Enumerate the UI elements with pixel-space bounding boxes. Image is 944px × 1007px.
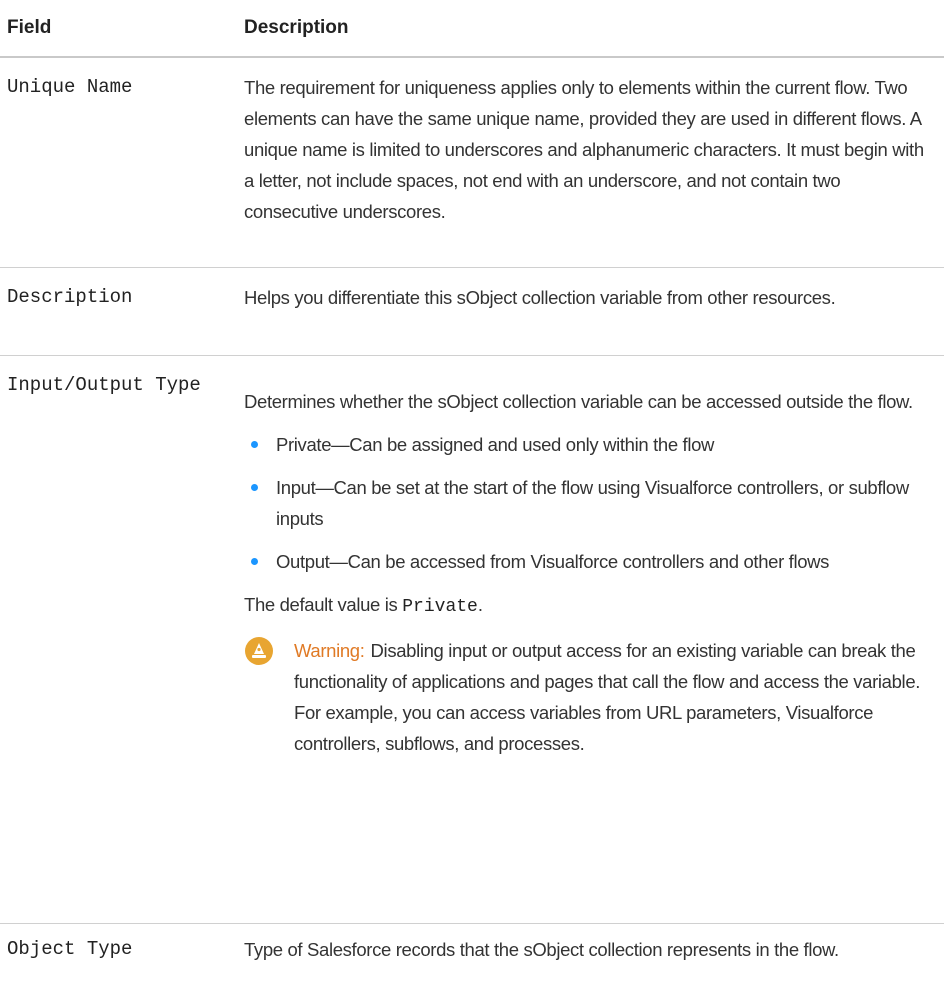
option-list: Private—Can be assigned and used only wi…: [244, 429, 936, 577]
warning-note: Warning: Disabling input or output access…: [244, 635, 936, 759]
default-value: Private: [402, 597, 478, 617]
bullet-icon: [251, 484, 258, 491]
table-row-object-type: Object Type Type of Salesforce records t…: [0, 924, 944, 1007]
table-row-input-output-type: Input/Output Type Determines whether the…: [0, 356, 944, 924]
table-row-description: Description Helps you differentiate this…: [0, 268, 944, 356]
default-prefix: The default value is: [244, 594, 403, 615]
description-text: The requirement for uniqueness applies o…: [244, 77, 924, 222]
warning-icon: [245, 637, 273, 665]
table-header: Field Description: [0, 0, 944, 58]
bullet-icon: [251, 558, 258, 565]
field-description: Determines whether the sObject collectio…: [244, 370, 944, 923]
field-name: Description: [7, 286, 133, 308]
list-item: Output—Can be accessed from Visualforce …: [244, 546, 936, 577]
field-description: Helps you differentiate this sObject col…: [244, 282, 944, 355]
field-name: Object Type: [7, 938, 133, 960]
header-field: Field: [7, 17, 52, 38]
table-row-unique-name: Unique Name The requirement for uniquene…: [0, 58, 944, 268]
description-intro: Determines whether the sObject collectio…: [244, 391, 913, 412]
default-value-text: The default value is Private.: [244, 589, 936, 623]
list-item-text: Private—Can be assigned and used only wi…: [276, 434, 715, 455]
list-item: Private—Can be assigned and used only wi…: [244, 429, 936, 460]
field-name-text: Input/Output Type: [7, 374, 201, 396]
field-description: The requirement for uniqueness applies o…: [244, 72, 944, 267]
field-description-table: Field Description Unique Name The requir…: [0, 0, 944, 960]
list-item-text: Output—Can be accessed from Visualforce …: [276, 551, 830, 572]
header-description: Description: [244, 17, 349, 38]
field-description: Type of Salesforce records that the sObj…: [244, 934, 944, 1007]
default-suffix: .: [477, 594, 483, 615]
warning-text: Disabling input or output access for an …: [294, 640, 921, 754]
description-text: Helps you differentiate this sObject col…: [244, 287, 836, 308]
field-name: Input/Output Type: [0, 370, 244, 923]
field-name: Unique Name: [7, 76, 133, 98]
warning-title: Warning:: [294, 640, 365, 661]
bullet-icon: [251, 441, 258, 448]
list-item-text: Input—Can be set at the start of the flo…: [276, 477, 909, 529]
description-text: Type of Salesforce records that the sObj…: [244, 939, 839, 960]
list-item: Input—Can be set at the start of the flo…: [244, 472, 936, 534]
